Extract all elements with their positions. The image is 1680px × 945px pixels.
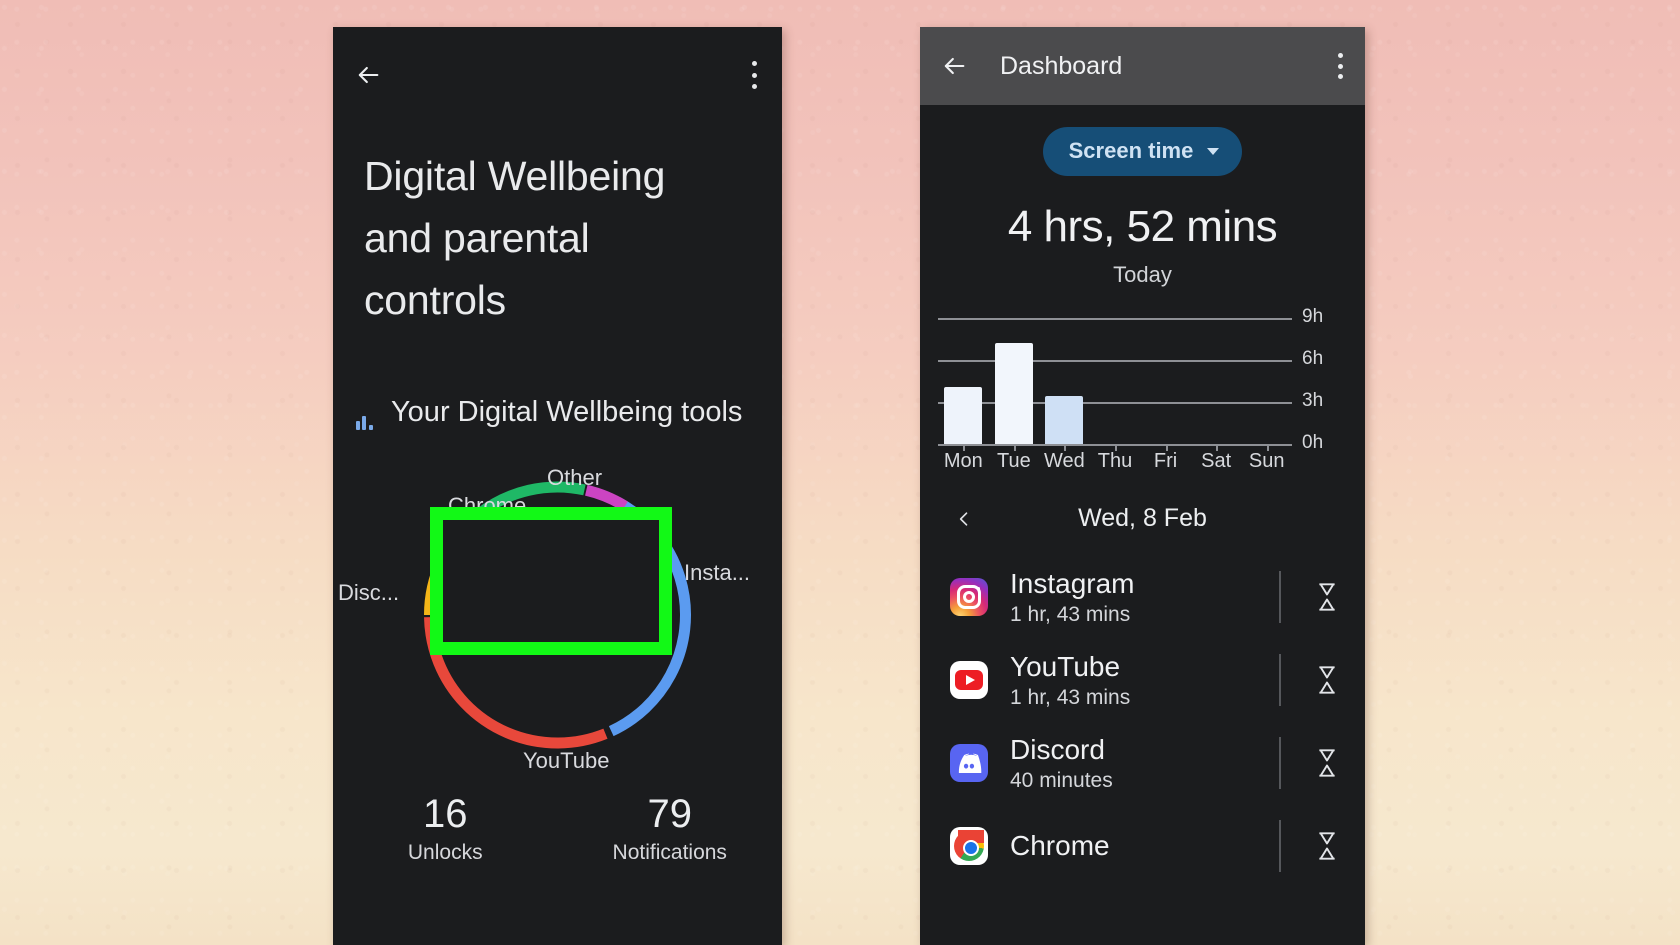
- row-divider: [1279, 570, 1281, 623]
- page-title: Digital Wellbeing and parental controls: [364, 153, 666, 323]
- row-divider: [1279, 736, 1281, 789]
- app-usage-meta: Discord 40 minutes: [1010, 733, 1279, 793]
- notifications-label: Notifications: [612, 841, 727, 864]
- background-texture: [0, 0, 1680, 945]
- app-usage-row[interactable]: YouTube 1 hr, 43 mins: [920, 638, 1365, 721]
- hourglass-icon[interactable]: [1315, 748, 1339, 777]
- hourglass-icon[interactable]: [1315, 665, 1339, 694]
- app-name: Instagram: [1010, 567, 1135, 599]
- back-arrow-icon[interactable]: [354, 61, 382, 89]
- app-time: 1 hr, 43 mins: [1010, 602, 1131, 626]
- app-usage-meta: Instagram 1 hr, 43 mins: [1010, 567, 1279, 627]
- donut-label-youtube: YouTube: [523, 748, 610, 773]
- dashboard-toolbar: Dashboard: [920, 27, 1365, 105]
- right-phone-screenshot: Dashboard Screen time 4 hrs, 52 mins Tod…: [920, 27, 1365, 945]
- chart-bar[interactable]: [944, 386, 983, 444]
- highlight-annotation-rectangle: [430, 507, 672, 655]
- kebab-menu-icon[interactable]: [1337, 53, 1343, 79]
- total-screen-time: 4 hrs, 52 mins: [1007, 202, 1278, 251]
- app-name: Discord: [1010, 733, 1105, 765]
- kebab-menu-icon[interactable]: [751, 61, 757, 89]
- instagram-icon: [950, 577, 988, 616]
- row-divider: [1279, 653, 1281, 706]
- chart-y-axis-label: 0h: [1302, 432, 1324, 453]
- today-app-usage-donut: Other Chrome Disc... Insta... YouTube TO…: [333, 450, 782, 780]
- left-phone-stats-row: 16 Unlocks 79 Notifications: [333, 792, 782, 865]
- date-navigator: Wed, 8 Feb: [920, 504, 1365, 533]
- app-usage-row[interactable]: Instagram 1 hr, 43 mins: [920, 555, 1365, 638]
- back-arrow-icon[interactable]: [940, 52, 968, 80]
- chart-day-label: Thu: [1097, 450, 1133, 472]
- youtube-icon: [950, 660, 988, 699]
- unlocks-label: Unlocks: [407, 841, 483, 864]
- chart-bar[interactable]: [994, 343, 1033, 444]
- chart-day-label: Mon: [943, 450, 983, 472]
- weekly-screen-time-chart: 0h 3h 6h 9h Mon Tue Wed Thu Fri Sat Sun: [938, 306, 1348, 472]
- hourglass-icon[interactable]: [1315, 831, 1339, 860]
- chart-day-label: Tue: [996, 450, 1031, 472]
- chart-day-label: Sat: [1201, 450, 1232, 472]
- chart-y-axis-label: 3h: [1302, 390, 1324, 411]
- chart-bar[interactable]: [1045, 396, 1084, 444]
- left-phone-screenshot: Digital Wellbeing and parental controls …: [333, 27, 782, 945]
- app-usage-meta: YouTube 1 hr, 43 mins: [1010, 650, 1279, 710]
- app-name: Chrome: [1010, 830, 1110, 861]
- chevron-down-icon: [1207, 147, 1220, 155]
- app-name: YouTube: [1010, 650, 1121, 682]
- chart-day-label: Sun: [1248, 450, 1285, 472]
- dashboard-title: Dashboard: [1000, 51, 1123, 80]
- screen-time-filter-button[interactable]: Screen time: [1042, 127, 1243, 176]
- chart-y-axis-label: 6h: [1302, 348, 1324, 369]
- left-phone-toolbar: [333, 27, 782, 89]
- screen-time-filter-label: Screen time: [1068, 138, 1194, 163]
- row-divider: [1279, 819, 1281, 872]
- current-date-label: Wed, 8 Feb: [1078, 504, 1207, 532]
- app-usage-row[interactable]: Discord 40 minutes: [920, 721, 1365, 804]
- donut-label-other: Other: [547, 465, 603, 490]
- chart-y-axis-label: 9h: [1302, 306, 1324, 327]
- chart-day-label: Wed: [1044, 450, 1085, 472]
- chart-day-label: Fri: [1153, 450, 1178, 472]
- app-usage-list: Instagram 1 hr, 43 mins YouTube 1 hr, 43 mi…: [920, 555, 1365, 887]
- total-screen-time-label: Today: [1113, 262, 1172, 287]
- unlocks-stat[interactable]: 16 Unlocks: [333, 792, 558, 865]
- chart-gridline: [938, 318, 1292, 320]
- chart-gridline: [938, 402, 1292, 404]
- digital-wellbeing-tools-row[interactable]: Your Digital Wellbeing tools: [347, 393, 767, 432]
- hourglass-icon[interactable]: [1315, 582, 1339, 611]
- app-time: 1 hr, 43 mins: [1010, 685, 1131, 709]
- tools-row-label: Your Digital Wellbeing tools: [391, 396, 743, 428]
- notifications-stat[interactable]: 79 Notifications: [558, 792, 783, 865]
- app-usage-meta: Chrome: [1010, 829, 1279, 862]
- chart-gridline: [938, 360, 1292, 362]
- app-usage-row[interactable]: Chrome: [920, 804, 1365, 887]
- chevron-left-icon[interactable]: [954, 509, 974, 529]
- notifications-value: 79: [647, 792, 693, 836]
- app-time: 40 minutes: [1010, 768, 1113, 792]
- bar-chart-icon: [347, 396, 381, 430]
- unlocks-value: 16: [423, 792, 468, 836]
- discord-icon: [950, 743, 988, 782]
- chrome-icon: [950, 826, 988, 865]
